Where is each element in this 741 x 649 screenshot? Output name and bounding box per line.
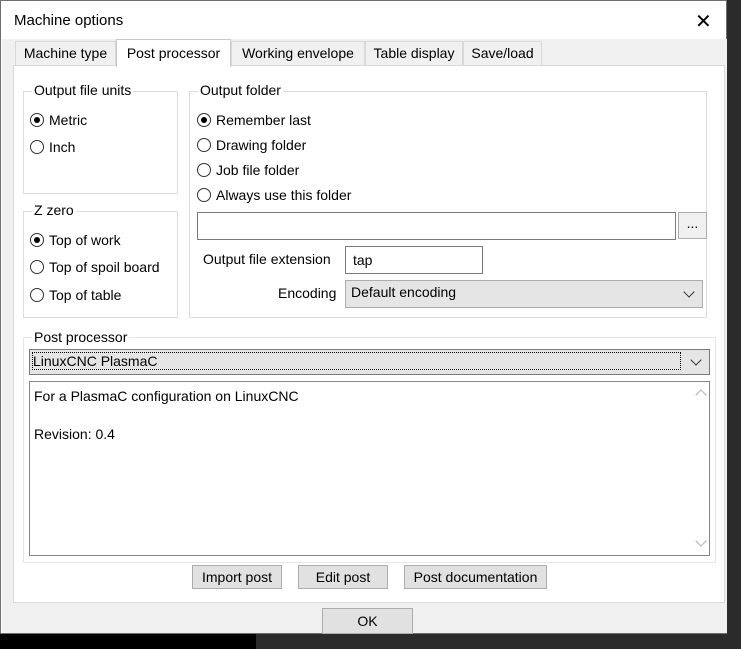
- radio-label: Drawing folder: [216, 137, 307, 153]
- z-zero-group: Z zero Top of work Top of spoil board To…: [23, 202, 178, 318]
- post-processor-group: Post processor LinuxCNC PlasmaC For a Pl…: [23, 329, 716, 563]
- tab-machine-type[interactable]: Machine type: [15, 41, 116, 65]
- post-description-line: Revision: 0.4: [34, 426, 115, 442]
- radio-label: Job file folder: [216, 162, 300, 178]
- radio-label: Top of work: [49, 232, 121, 248]
- radio-indicator: [30, 288, 44, 302]
- vertical-scrollbar[interactable]: [692, 382, 709, 555]
- output-units-legend: Output file units: [32, 82, 134, 98]
- tab-panel: Output file units Metric Inch Z zero Top…: [13, 65, 725, 603]
- output-units-group: Output file units Metric Inch: [23, 82, 178, 194]
- tab-post-processor[interactable]: Post processor: [116, 39, 231, 67]
- title-bar: Machine options ✕: [1, 1, 726, 39]
- window-title: Machine options: [14, 12, 124, 29]
- tab-working-envelope[interactable]: Working envelope: [231, 41, 365, 65]
- radio-indicator: [197, 163, 211, 177]
- radio-indicator: [197, 188, 211, 202]
- post-processor-select[interactable]: LinuxCNC PlasmaC: [29, 349, 710, 375]
- post-processor-legend: Post processor: [32, 329, 130, 345]
- output-folder-path-input[interactable]: [197, 212, 676, 240]
- ok-button[interactable]: OK: [322, 608, 413, 634]
- radio-label: Top of table: [49, 287, 122, 303]
- tab-save-load[interactable]: Save/load: [463, 41, 542, 65]
- radio-indicator: [197, 113, 211, 127]
- radio-label: Top of spoil board: [49, 259, 160, 275]
- radio-indicator: [197, 138, 211, 152]
- chevron-up-icon[interactable]: [695, 389, 707, 401]
- chevron-down-icon: [690, 354, 702, 366]
- output-folder-group: Output folder Remember last Drawing fold…: [189, 82, 707, 318]
- output-file-extension-value: tap: [353, 252, 373, 268]
- radio-indicator: [30, 140, 44, 154]
- radio-label: Metric: [49, 112, 88, 128]
- import-post-button[interactable]: Import post: [192, 565, 282, 589]
- radio-label: Always use this folder: [216, 187, 352, 203]
- close-icon: ✕: [695, 11, 712, 33]
- encoding-select[interactable]: Default encoding: [345, 280, 703, 308]
- output-file-extension-input[interactable]: tap: [345, 246, 483, 274]
- close-button[interactable]: ✕: [685, 7, 721, 35]
- machine-options-dialog: Machine options ✕ Machine type Post proc…: [0, 0, 727, 634]
- encoding-value: Default encoding: [351, 284, 457, 300]
- output-folder-legend: Output folder: [198, 82, 283, 98]
- browse-folder-button[interactable]: ...: [678, 212, 707, 239]
- chevron-down-icon[interactable]: [695, 535, 707, 547]
- radio-indicator: [30, 233, 44, 247]
- post-description-text: For a PlasmaC configuration on LinuxCNC …: [34, 387, 299, 444]
- encoding-label: Encoding: [278, 285, 337, 301]
- radio-indicator: [30, 260, 44, 274]
- radio-indicator: [30, 113, 44, 127]
- tab-table-display[interactable]: Table display: [365, 41, 463, 65]
- chevron-down-icon: [683, 286, 695, 298]
- post-documentation-button[interactable]: Post documentation: [404, 565, 547, 589]
- edit-post-button[interactable]: Edit post: [298, 565, 388, 589]
- radio-label: Remember last: [216, 112, 311, 128]
- radio-label: Inch: [49, 139, 76, 155]
- post-description-textarea[interactable]: For a PlasmaC configuration on LinuxCNC …: [29, 381, 710, 556]
- z-zero-legend: Z zero: [32, 202, 76, 218]
- post-processor-value: LinuxCNC PlasmaC: [33, 353, 158, 369]
- output-file-extension-label: Output file extension: [203, 251, 331, 267]
- post-description-line: For a PlasmaC configuration on LinuxCNC: [34, 388, 299, 404]
